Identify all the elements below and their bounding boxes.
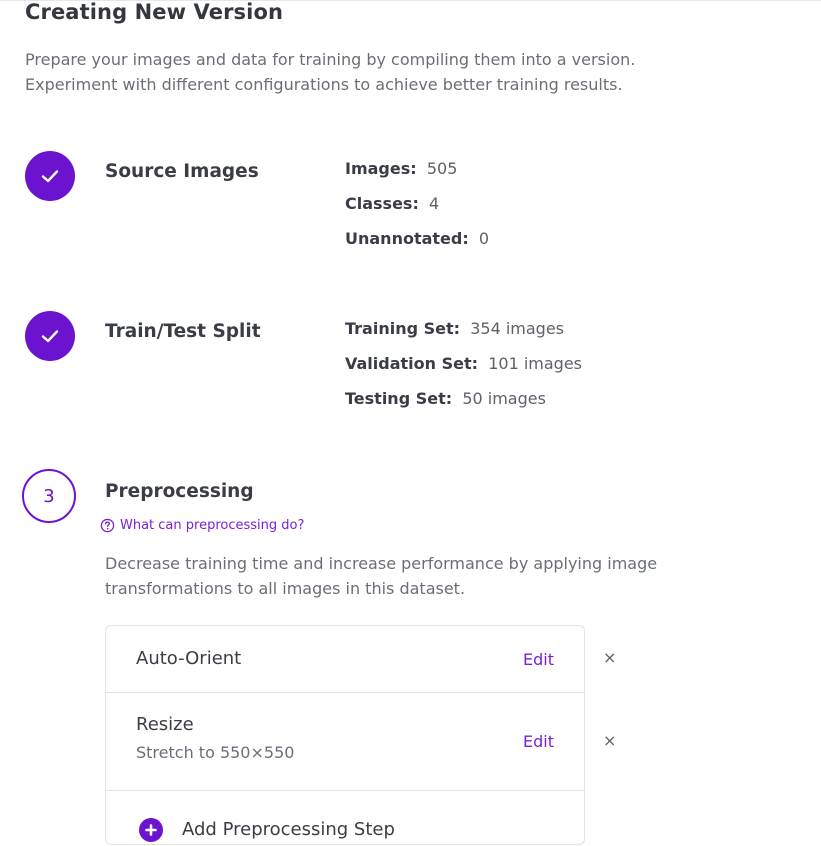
check-icon <box>41 330 59 343</box>
preprocessing-step-resize: Resize Stretch to 550×550 Edit <box>106 693 584 791</box>
stat-images: Images: 505 <box>345 159 457 178</box>
plus-circle-icon <box>139 818 163 842</box>
stat-label: Images: <box>345 159 417 178</box>
remove-auto-orient-close-icon[interactable]: × <box>603 648 616 667</box>
step-preprocessing-title: Preprocessing <box>105 481 254 502</box>
stat-label: Testing Set: <box>345 389 453 408</box>
stat-value: 505 <box>426 159 458 178</box>
preprocessing-description: Decrease training time and increase perf… <box>105 551 705 601</box>
stat-value: 50 images <box>462 389 546 408</box>
stat-value: 101 images <box>488 354 582 373</box>
question-circle-icon <box>100 518 115 533</box>
step-detail: Stretch to 550×550 <box>136 743 295 762</box>
preprocessing-step-auto-orient: Auto-Orient Edit <box>106 626 584 693</box>
check-icon <box>41 170 59 183</box>
stat-training-set: Training Set: 354 images <box>345 319 564 338</box>
stat-value: 0 <box>478 229 490 248</box>
intro-line-2: Experiment with different configurations… <box>25 75 623 94</box>
step-source-title: Source Images <box>105 161 259 182</box>
page-title: Creating New Version <box>25 0 284 24</box>
edit-auto-orient-button[interactable]: Edit <box>523 650 554 669</box>
step-source-complete-icon <box>25 151 75 201</box>
preprocessing-help-link[interactable]: What can preprocessing do? <box>100 518 304 533</box>
edit-resize-button[interactable]: Edit <box>523 732 554 751</box>
preprocessing-steps-card: Auto-Orient Edit Resize Stretch to 550×5… <box>105 625 585 845</box>
stat-unannotated: Unannotated: 0 <box>345 229 489 248</box>
plus-icon <box>145 824 157 836</box>
stat-label: Validation Set: <box>345 354 479 373</box>
stat-validation-set: Validation Set: 101 images <box>345 354 582 373</box>
stat-classes: Classes: 4 <box>345 194 439 213</box>
stat-label: Unannotated: <box>345 229 469 248</box>
stat-testing-set: Testing Set: 50 images <box>345 389 546 408</box>
step-name: Resize <box>136 714 194 735</box>
page-intro: Prepare your images and data for trainin… <box>25 47 635 97</box>
step-number: 3 <box>43 485 55 507</box>
remove-resize-close-icon[interactable]: × <box>603 731 616 750</box>
add-preprocessing-step-button[interactable]: Add Preprocessing Step <box>106 791 584 846</box>
stat-label: Training Set: <box>345 319 461 338</box>
step-split-title: Train/Test Split <box>105 321 261 342</box>
add-step-label[interactable]: Add Preprocessing Step <box>182 819 395 840</box>
description-line-2: transformations to all images in this da… <box>105 579 466 598</box>
stat-label: Classes: <box>345 194 419 213</box>
help-link-label[interactable]: What can preprocessing do? <box>120 518 304 533</box>
intro-line-1: Prepare your images and data for trainin… <box>25 50 636 69</box>
step-split-complete-icon <box>25 311 75 361</box>
description-line-1: Decrease training time and increase perf… <box>105 554 658 573</box>
step-number-badge: 3 <box>22 469 76 523</box>
stat-value: 4 <box>429 194 440 213</box>
stat-value: 354 images <box>470 319 565 338</box>
step-name: Auto-Orient <box>136 648 242 669</box>
